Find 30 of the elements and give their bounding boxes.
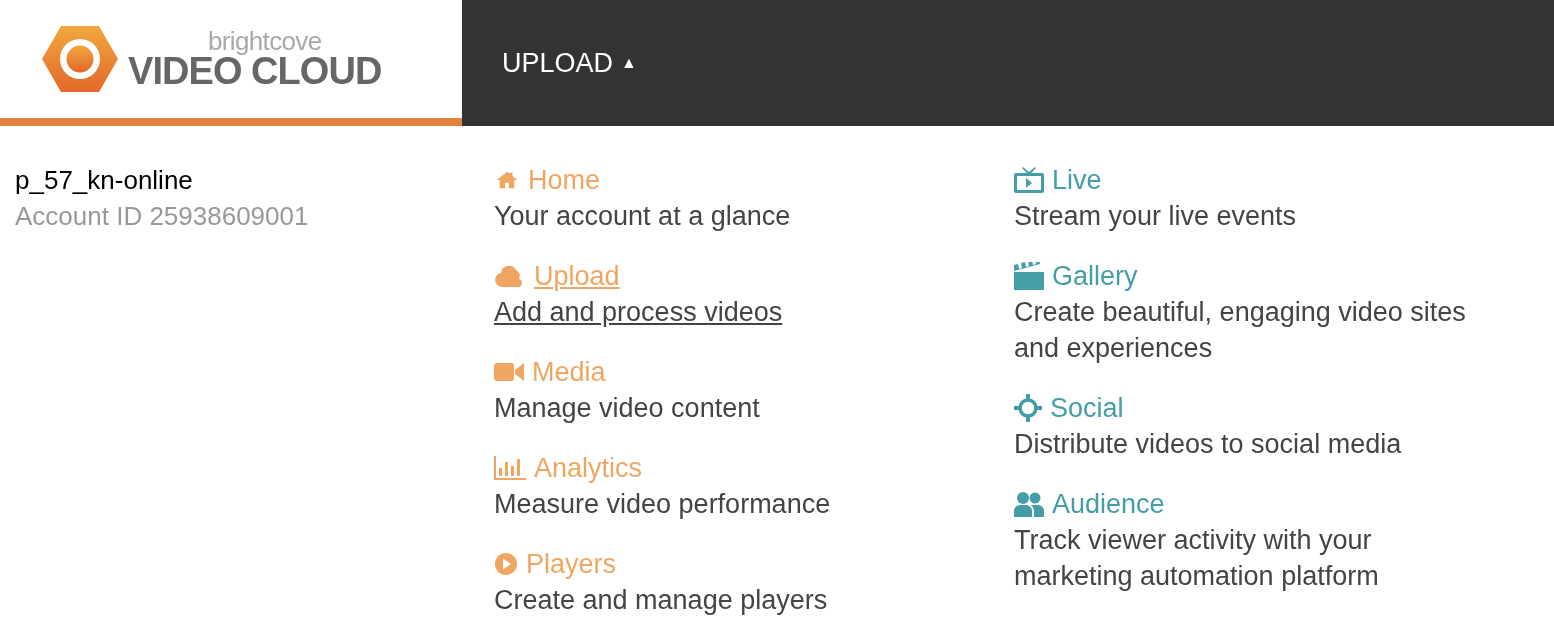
menu-description: Distribute videos to social media — [1014, 428, 1402, 461]
menu-link[interactable]: Gallery — [1014, 258, 1138, 294]
logo-icon — [42, 26, 118, 92]
menu-description: Create and manage players — [494, 584, 828, 617]
menu-description: Measure video performance — [494, 488, 831, 521]
menu-link[interactable]: Home — [494, 162, 601, 198]
menu-description: Manage video content — [494, 392, 760, 425]
menu-link[interactable]: Social — [1014, 390, 1124, 426]
crosshair-icon — [1014, 394, 1042, 422]
account-id: Account ID 25938609001 — [15, 200, 309, 233]
menu-link[interactable]: Audience — [1014, 486, 1165, 522]
bar-chart-icon — [494, 456, 526, 480]
video-camera-icon — [494, 362, 524, 382]
menu-description: Your account at a glance — [494, 200, 791, 233]
logo-tagline: brightcove — [208, 28, 323, 54]
upload-menu-button[interactable]: UPLOAD ▲ — [502, 42, 637, 84]
account-name: p_57_kn-online — [15, 164, 193, 197]
clapperboard-icon — [1014, 262, 1044, 290]
menu-description: Add and process videos — [494, 296, 783, 329]
menu-link[interactable]: Players — [494, 546, 617, 582]
menu-description: Track viewer activity with your marketing automation platform — [1014, 524, 1380, 593]
menu-description: Stream your live events — [1014, 200, 1297, 233]
menu-link[interactable]: Upload — [494, 258, 620, 294]
play-icon — [494, 552, 518, 576]
users-icon — [1014, 491, 1044, 517]
tv-icon — [1014, 167, 1044, 193]
menu-link[interactable]: Media — [494, 354, 606, 390]
menu-link[interactable]: Analytics — [494, 450, 643, 486]
menu-link[interactable]: Live — [1014, 162, 1102, 198]
menu-description: Create beautiful, engaging video sites and experiences — [1014, 296, 1467, 365]
